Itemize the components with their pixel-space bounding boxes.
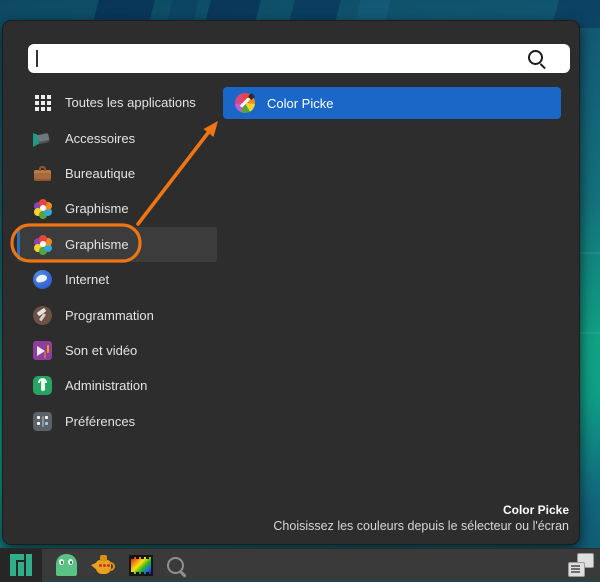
office-icon (33, 164, 52, 183)
sidebar-item-bureautique[interactable]: Bureautique (17, 156, 217, 191)
manjaro-menu-button[interactable] (0, 549, 42, 582)
sidebar-item-internet[interactable]: Internet (17, 262, 217, 297)
sidebar-item-programmation[interactable]: Programmation (17, 297, 217, 332)
development-icon (33, 306, 52, 325)
search-tool-icon[interactable] (167, 557, 184, 574)
wallpaper-line (578, 332, 600, 334)
sidebar-item-label: Bureautique (65, 166, 135, 181)
administration-icon (33, 376, 52, 395)
sidebar-item-preferences[interactable]: Préférences (17, 404, 217, 439)
teapot-app-icon[interactable] (91, 554, 115, 576)
manjaro-logo-icon (10, 554, 32, 576)
sidebar-item-administration[interactable]: Administration (17, 368, 217, 403)
ghost-app-icon[interactable] (56, 554, 77, 576)
sidebar-item-label: Administration (65, 378, 147, 393)
search-icon (528, 50, 543, 65)
search-input[interactable] (28, 44, 570, 73)
footer-app-title: Color Picke (273, 502, 569, 518)
sidebar-item-label: Toutes les applications (65, 95, 196, 110)
footer-app-subtitle: Choisissez les couleurs depuis le sélect… (273, 518, 569, 534)
taskbar (0, 548, 600, 581)
sidebar-item-label: Son et vidéo (65, 343, 137, 358)
all-apps-grid-icon (33, 93, 52, 112)
sidebar-item-label: Graphisme (65, 201, 129, 216)
sidebar-item-graphisme-1[interactable]: Graphisme (17, 191, 217, 226)
category-sidebar: Toutes les applications Accessoires Bure… (17, 85, 217, 439)
app-result-color-picker[interactable]: Color Picke (223, 87, 561, 119)
text-caret (36, 50, 38, 67)
app-description-footer: Color Picke Choisissez les couleurs depu… (273, 502, 569, 534)
internet-icon (33, 270, 52, 289)
sidebar-item-graphisme-2-selected[interactable]: Graphisme (17, 227, 217, 262)
application-menu-panel: Toutes les applications Accessoires Bure… (2, 20, 580, 545)
multimedia-icon (33, 341, 52, 360)
accessories-icon (33, 129, 52, 148)
graphics-icon (33, 235, 52, 254)
color-picker-icon (235, 93, 255, 113)
graphics-icon (33, 199, 52, 218)
windows-overlap-icon[interactable] (568, 553, 594, 577)
sidebar-item-label: Graphisme (65, 237, 129, 252)
sidebar-item-label: Accessoires (65, 131, 135, 146)
sidebar-item-son-et-video[interactable]: Son et vidéo (17, 333, 217, 368)
rainbow-color-app-icon[interactable] (129, 555, 153, 576)
wallpaper-line (578, 252, 600, 254)
app-result-label: Color Picke (267, 96, 333, 111)
settings-icon (33, 412, 52, 431)
sidebar-item-accessoires[interactable]: Accessoires (17, 120, 217, 155)
sidebar-item-toutes-les-applications[interactable]: Toutes les applications (17, 85, 217, 120)
sidebar-item-label: Internet (65, 272, 109, 287)
sidebar-item-label: Préférences (65, 414, 135, 429)
sidebar-item-label: Programmation (65, 308, 154, 323)
